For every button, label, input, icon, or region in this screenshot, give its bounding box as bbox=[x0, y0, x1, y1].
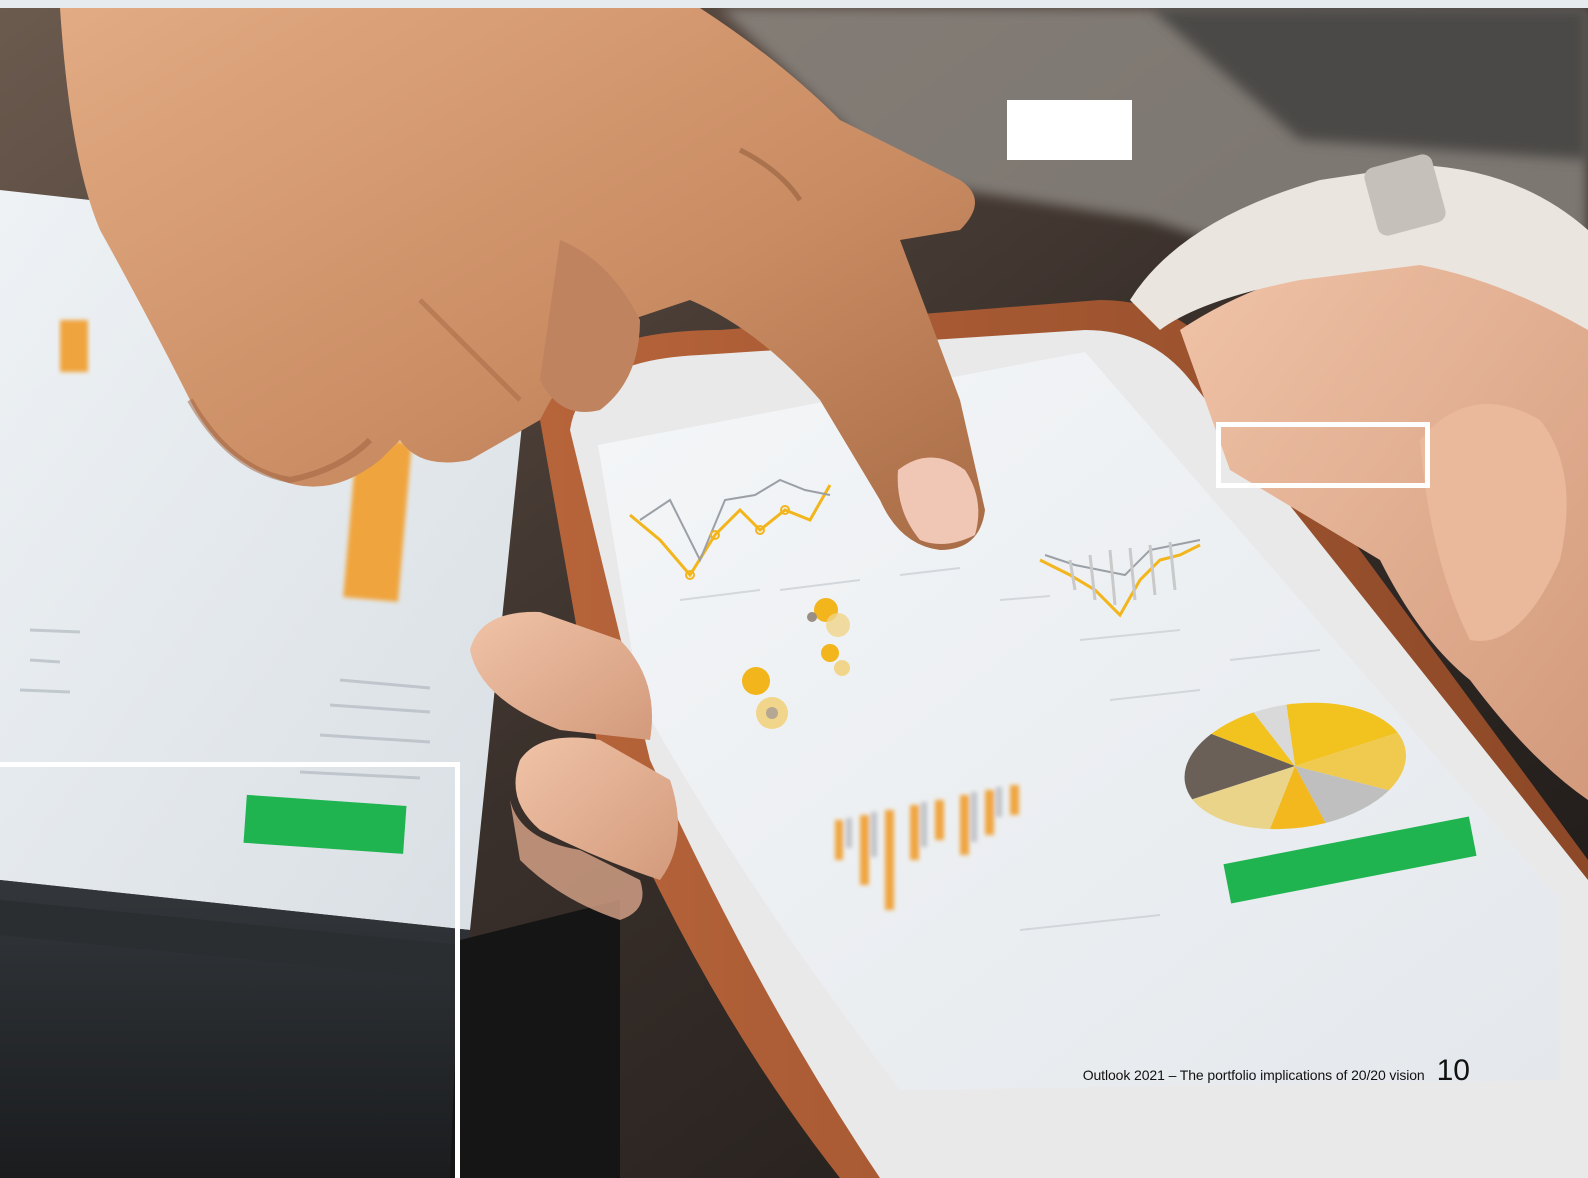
white-block bbox=[1007, 100, 1132, 160]
footer-title: Outlook 2021 – The portfolio implication… bbox=[1082, 1067, 1425, 1083]
page-number: 10 bbox=[1436, 1054, 1470, 1087]
page: Outlook 2021 – The portfolio implication… bbox=[0, 0, 1588, 1178]
top-strip bbox=[0, 0, 1588, 8]
white-outline-frame-left bbox=[0, 762, 460, 1178]
white-outline-frame-right bbox=[1216, 422, 1430, 488]
page-footer: Outlook 2021 – The portfolio implication… bbox=[1000, 1056, 1470, 1090]
